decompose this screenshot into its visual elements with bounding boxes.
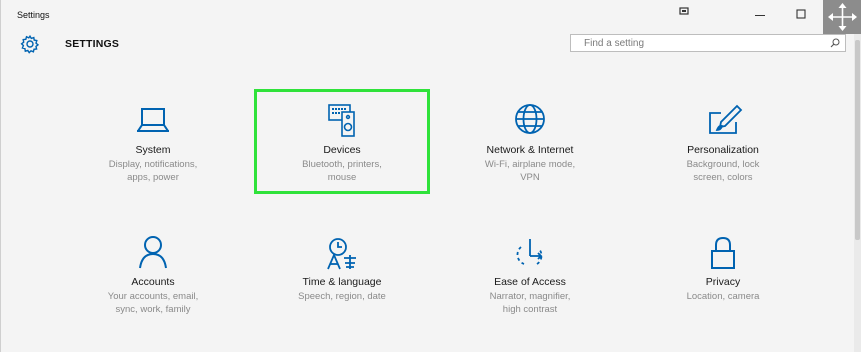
category-name: Privacy — [705, 276, 741, 288]
category-time-language[interactable]: Time & language Speech, region, date — [257, 236, 427, 316]
globe-icon — [445, 104, 615, 144]
laptop-icon — [68, 104, 238, 144]
category-name: Personalization — [687, 144, 759, 156]
search-input[interactable] — [571, 35, 821, 51]
time-language-icon — [257, 236, 427, 276]
category-name: Time & language — [302, 276, 382, 288]
move-handle[interactable] — [823, 0, 861, 34]
category-name: Ease of Access — [494, 276, 566, 288]
move-arrows-icon — [828, 3, 857, 31]
page-title: SETTINGS — [65, 38, 120, 50]
scrollbar[interactable] — [854, 34, 861, 352]
category-system[interactable]: System Display, notifications, apps, pow… — [68, 104, 238, 184]
category-description: Your accounts, email, sync, work, family — [107, 291, 199, 315]
category-name: Network & Internet — [486, 144, 574, 156]
category-description: Background, lock screen, colors — [686, 159, 760, 183]
lock-icon — [638, 236, 808, 276]
category-accounts[interactable]: Accounts Your accounts, email, sync, wor… — [68, 236, 238, 316]
category-ease-of-access[interactable]: Ease of Access Narrator, magnifier, high… — [445, 236, 615, 316]
paint-icon — [638, 104, 808, 144]
maximize-icon — [796, 9, 806, 19]
title-bar: Settings — [1, 0, 861, 30]
search-box[interactable] — [570, 34, 846, 52]
category-description: Speech, region, date — [298, 291, 386, 302]
maximize-button[interactable] — [786, 0, 816, 30]
category-name: Accounts — [131, 276, 175, 288]
minimize-button[interactable] — [746, 0, 776, 30]
category-description: Display, notifications, apps, power — [108, 159, 198, 183]
settings-window: Settings SETTINGS Find a setting System … — [0, 0, 861, 352]
scrollbar-thumb[interactable] — [855, 40, 860, 240]
category-description: Location, camera — [686, 291, 760, 302]
category-description: Wi-Fi, airplane mode, VPN — [484, 159, 576, 183]
category-description: Narrator, magnifier, high contrast — [489, 291, 571, 315]
category-privacy[interactable]: Privacy Location, camera — [638, 236, 808, 316]
search-icon[interactable] — [830, 38, 840, 48]
gear-icon — [20, 34, 40, 54]
snap-icon — [679, 7, 689, 15]
devices-highlight-box — [254, 89, 430, 194]
app-title: Settings — [17, 10, 50, 20]
person-icon — [68, 236, 238, 276]
category-name: System — [135, 144, 171, 156]
category-personalization[interactable]: Personalization Background, lock screen,… — [638, 104, 808, 184]
category-network-internet[interactable]: Network & Internet Wi-Fi, airplane mode,… — [445, 104, 615, 184]
minimize-icon — [755, 15, 765, 16]
ease-of-access-icon — [445, 236, 615, 276]
snap-button[interactable] — [670, 0, 700, 30]
